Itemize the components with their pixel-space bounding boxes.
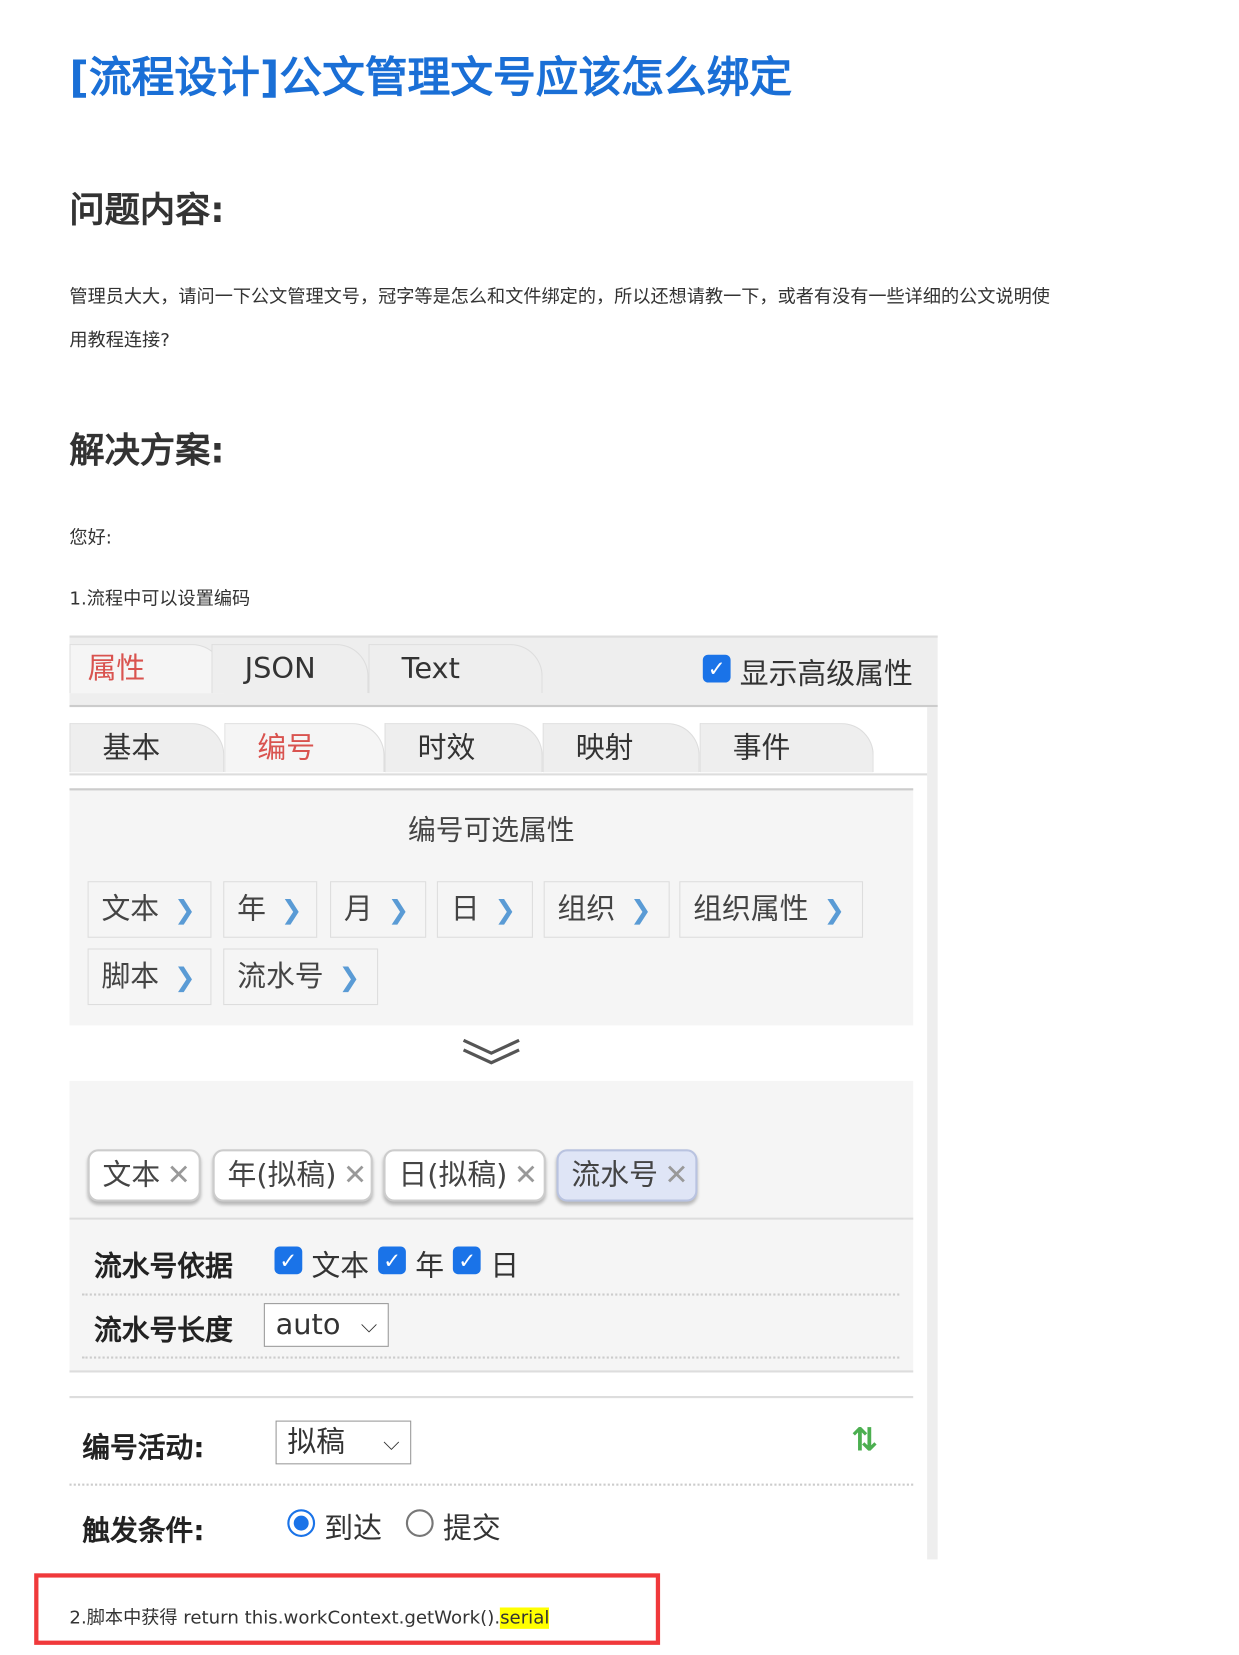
refresh-icon[interactable]: ⇅ xyxy=(851,1422,878,1459)
optional-title: 编号可选属性 xyxy=(407,814,575,848)
chevron-down-icon: ⌵ xyxy=(383,1429,400,1455)
subtab-mapping[interactable]: 映射 xyxy=(542,723,700,773)
chip-year-draft[interactable]: 年(拟稿) ✕ xyxy=(212,1149,373,1202)
subtab-numbering[interactable]: 编号 xyxy=(224,723,385,773)
chevron-right-icon: ❯ xyxy=(338,962,361,993)
chevron-down-icon: ⌵ xyxy=(360,1311,378,1338)
trigger-options: 到达 提交 xyxy=(287,1505,501,1547)
question-line-2: 用教程连接? xyxy=(69,330,170,352)
optional-item-serial[interactable]: 流水号 ❯ xyxy=(223,948,379,1006)
chevron-right-icon: ❯ xyxy=(280,895,303,925)
checkbox-checked-icon[interactable]: ✓ xyxy=(274,1246,303,1275)
optional-item-text[interactable]: 文本 ❯ xyxy=(87,881,212,938)
scrollbar[interactable] xyxy=(927,707,938,1560)
optional-item-year[interactable]: 年 ❯ xyxy=(223,881,318,938)
chevron-right-icon: ❯ xyxy=(494,895,517,925)
radio-unselected-icon[interactable] xyxy=(406,1509,434,1537)
subtab-timing[interactable]: 时效 xyxy=(384,723,543,773)
optional-item-script[interactable]: 脚本 ❯ xyxy=(87,948,212,1006)
chevron-right-icon: ❯ xyxy=(174,962,196,993)
optional-item-month[interactable]: 月 ❯ xyxy=(330,881,427,938)
chip-day-draft[interactable]: 日(拟稿) ✕ xyxy=(383,1149,546,1202)
solution-heading: 解决方案: xyxy=(69,429,225,472)
chip-serial[interactable]: 流水号 ✕ xyxy=(556,1149,698,1202)
close-icon: ✕ xyxy=(342,1158,368,1192)
trigger-label: 触发条件: xyxy=(82,1515,205,1548)
chevron-right-icon: ❯ xyxy=(630,895,652,925)
greeting: 您好: xyxy=(69,527,112,550)
question-line-1: 管理员大大，请问一下公文管理文号，冠字等是怎么和文件绑定的，所以还想请教一下，或… xyxy=(69,286,1050,308)
tab-json[interactable]: JSON xyxy=(211,644,369,694)
subtab-events[interactable]: 事件 xyxy=(699,723,874,773)
tab-text[interactable]: Text xyxy=(368,644,543,694)
chip-text[interactable]: 文本 ✕ xyxy=(87,1149,201,1202)
show-advanced-label: 显示高级属性 xyxy=(739,657,913,692)
flow-config-screenshot: 属性 JSON Text ✓ 显示高级属性 基本 编号 时效 映射 事件 编号可… xyxy=(69,635,938,1560)
show-advanced-toggle[interactable]: ✓ 显示高级属性 xyxy=(702,650,913,692)
serial-basis-label: 流水号依据 xyxy=(93,1250,233,1283)
checkbox-checked-icon[interactable]: ✓ xyxy=(378,1246,407,1275)
serial-length-select[interactable]: auto ⌵ xyxy=(263,1303,389,1347)
radio-selected-icon[interactable] xyxy=(287,1509,316,1537)
serial-basis-options: ✓ 文本 ✓ 年 ✓ 日 xyxy=(274,1242,519,1284)
step-2: 2.脚本中获得 return this.workContext.getWork(… xyxy=(69,1607,550,1629)
double-chevron-down-icon[interactable] xyxy=(461,1036,521,1068)
chevron-right-icon: ❯ xyxy=(174,895,196,925)
chevron-right-icon: ❯ xyxy=(387,895,410,925)
optional-item-day[interactable]: 日 ❯ xyxy=(436,881,533,938)
highlighted-serial: serial xyxy=(500,1607,550,1629)
question-heading: 问题内容: xyxy=(69,189,225,231)
step-1: 1.流程中可以设置编码 xyxy=(69,588,251,610)
numbering-activity-label: 编号活动: xyxy=(82,1432,205,1465)
optional-item-org-attr[interactable]: 组织属性 ❯ xyxy=(679,881,864,938)
subtab-basic[interactable]: 基本 xyxy=(69,723,225,773)
close-icon: ✕ xyxy=(166,1158,191,1192)
checkbox-checked-icon[interactable]: ✓ xyxy=(702,654,731,683)
tab-properties[interactable]: 属性 xyxy=(69,644,225,694)
optional-item-org[interactable]: 组织 ❯ xyxy=(543,881,670,938)
close-icon: ✕ xyxy=(664,1158,689,1192)
serial-length-label: 流水号长度 xyxy=(93,1314,233,1347)
page-title: [流程设计]公文管理文号应该怎么绑定 xyxy=(69,53,793,103)
checkbox-checked-icon[interactable]: ✓ xyxy=(453,1246,482,1275)
close-icon: ✕ xyxy=(513,1158,539,1192)
chevron-right-icon: ❯ xyxy=(823,895,845,925)
numbering-activity-select[interactable]: 拟稿 ⌵ xyxy=(275,1420,412,1465)
